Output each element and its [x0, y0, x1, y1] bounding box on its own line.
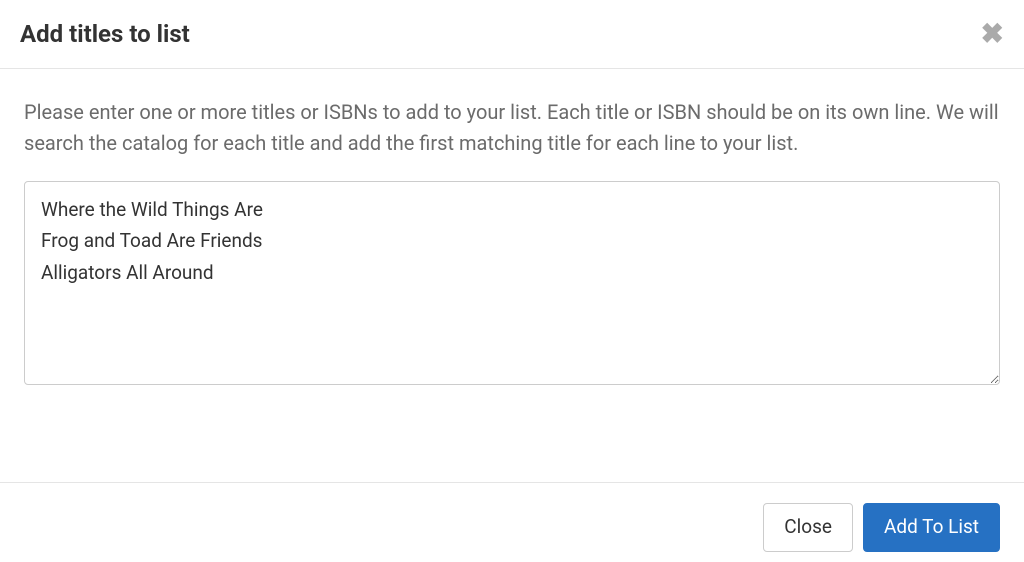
modal-title: Add titles to list — [20, 20, 190, 48]
modal-footer: Close Add To List — [0, 482, 1024, 562]
modal-header: Add titles to list ✖ — [0, 0, 1024, 69]
add-to-list-button[interactable]: Add To List — [863, 503, 1000, 552]
add-titles-modal: Add titles to list ✖ Please enter one or… — [0, 0, 1024, 562]
instructions-text: Please enter one or more titles or ISBNs… — [24, 97, 1000, 159]
modal-body: Please enter one or more titles or ISBNs… — [0, 69, 1024, 482]
close-icon[interactable]: ✖ — [981, 20, 1004, 48]
close-button[interactable]: Close — [763, 503, 853, 552]
titles-textarea[interactable] — [24, 181, 1000, 385]
